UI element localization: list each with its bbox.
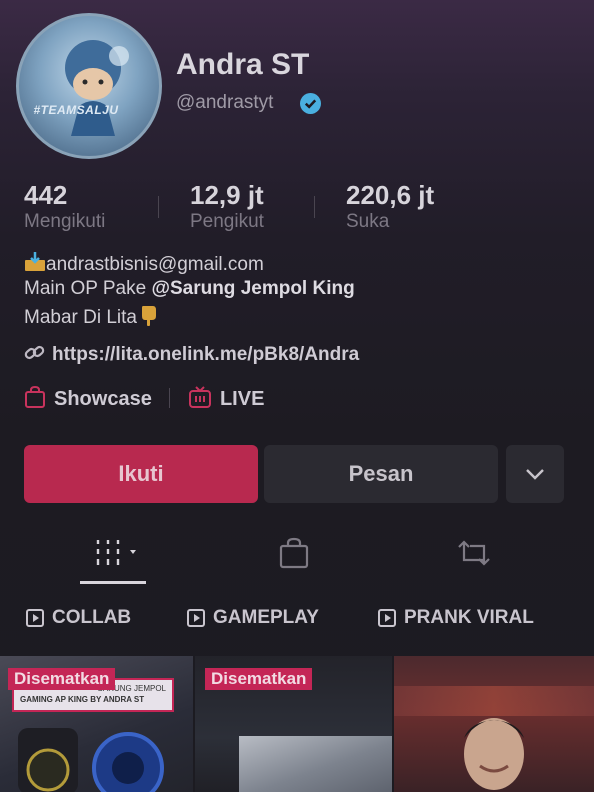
bio-line-email: andrastbisnis@gmail.com xyxy=(24,252,264,276)
showcase-button[interactable]: Showcase xyxy=(24,385,157,410)
showcase-row: Showcase LIVE xyxy=(24,385,265,414)
playlist-collab[interactable]: COLLAB xyxy=(26,607,131,629)
pinned-badge: Disematkan xyxy=(205,668,313,690)
play-icon xyxy=(187,609,205,627)
grid-menu-icon xyxy=(96,540,136,565)
message-button[interactable]: Pesan xyxy=(264,445,498,503)
avatar[interactable] xyxy=(16,13,162,159)
shopping-bag-tab-icon xyxy=(279,537,309,569)
inbox-icon xyxy=(24,252,46,271)
stat-likes[interactable]: 220,6 jt Suka xyxy=(346,180,434,233)
video-caption-line: GAMING AP KING BY ANDRA ST xyxy=(20,695,145,704)
stat-value: 220,6 jt xyxy=(346,180,435,210)
showcase-label: Showcase xyxy=(54,388,152,410)
character-hair-image xyxy=(239,736,392,792)
video-thumbnail-2[interactable]: Disematkan xyxy=(195,656,392,792)
bio-email: andrastbisnis@gmail.com xyxy=(46,254,264,275)
verified-badge-icon xyxy=(300,93,321,114)
active-tab-indicator xyxy=(80,581,146,584)
bio-line-2: Main OP Pake @Sarung Jempol King xyxy=(24,278,355,300)
chevron-down-icon xyxy=(526,469,544,480)
playlist-prank-viral[interactable]: PRANK VIRAL xyxy=(378,607,534,629)
stat-divider xyxy=(314,196,315,218)
separator xyxy=(169,388,171,408)
video-thumbnail-3[interactable] xyxy=(394,656,594,792)
gamepad-image xyxy=(18,728,164,792)
follow-button[interactable]: Ikuti xyxy=(24,445,258,503)
person-face-image xyxy=(464,718,524,790)
profile-handle: @andrastyt xyxy=(176,92,274,113)
live-tv-icon xyxy=(188,386,212,414)
playlist-label: PRANK VIRAL xyxy=(404,607,534,628)
live-button[interactable]: LIVE xyxy=(188,386,265,410)
stat-label: Mengikuti xyxy=(24,211,106,232)
bio-line-3: Mabar Di Lita xyxy=(24,304,159,332)
link-url: https://lita.onelink.me/pBk8/Andra xyxy=(52,344,360,365)
shopping-bag-icon xyxy=(24,385,46,414)
tab-videos[interactable] xyxy=(95,538,145,573)
play-icon xyxy=(26,609,44,627)
stat-value: 12,9 jt xyxy=(190,180,264,210)
bio-text: Mabar Di Lita xyxy=(24,307,137,328)
playlist-gameplay[interactable]: GAMEPLAY xyxy=(187,607,319,629)
stat-label: Suka xyxy=(346,211,390,232)
profile-name: Andra ST xyxy=(176,48,310,81)
stat-label: Pengikut xyxy=(190,211,264,232)
playlist-label: GAMEPLAY xyxy=(213,607,319,628)
stat-value: 442 xyxy=(24,180,68,210)
avatar-tag-text: #TEAMSALJU xyxy=(33,103,119,117)
link-icon xyxy=(24,343,46,369)
tab-shop[interactable] xyxy=(279,537,309,574)
stat-followers[interactable]: 12,9 jt Pengikut xyxy=(190,180,264,233)
stat-divider xyxy=(158,196,159,218)
pointing-down-hand-icon xyxy=(139,304,159,332)
bio-link[interactable]: https://lita.onelink.me/pBk8/Andra xyxy=(24,343,359,369)
bio-mention-link[interactable]: @Sarung Jempol King xyxy=(151,278,354,299)
avatar-image xyxy=(65,40,129,136)
play-icon xyxy=(378,609,396,627)
video-thumbnail-1[interactable]: SARUNG JEMPOL GAMING AP KING BY ANDRA ST… xyxy=(0,656,193,792)
more-options-button[interactable] xyxy=(506,445,564,503)
live-label: LIVE xyxy=(219,388,265,410)
bio-text: Main OP Pake xyxy=(24,278,152,299)
tab-reposts[interactable] xyxy=(456,538,492,573)
repost-icon xyxy=(458,540,490,566)
playlist-label: COLLAB xyxy=(52,607,132,628)
pinned-badge: Disematkan xyxy=(8,668,116,690)
stat-following[interactable]: 442 Mengikuti xyxy=(24,180,105,233)
